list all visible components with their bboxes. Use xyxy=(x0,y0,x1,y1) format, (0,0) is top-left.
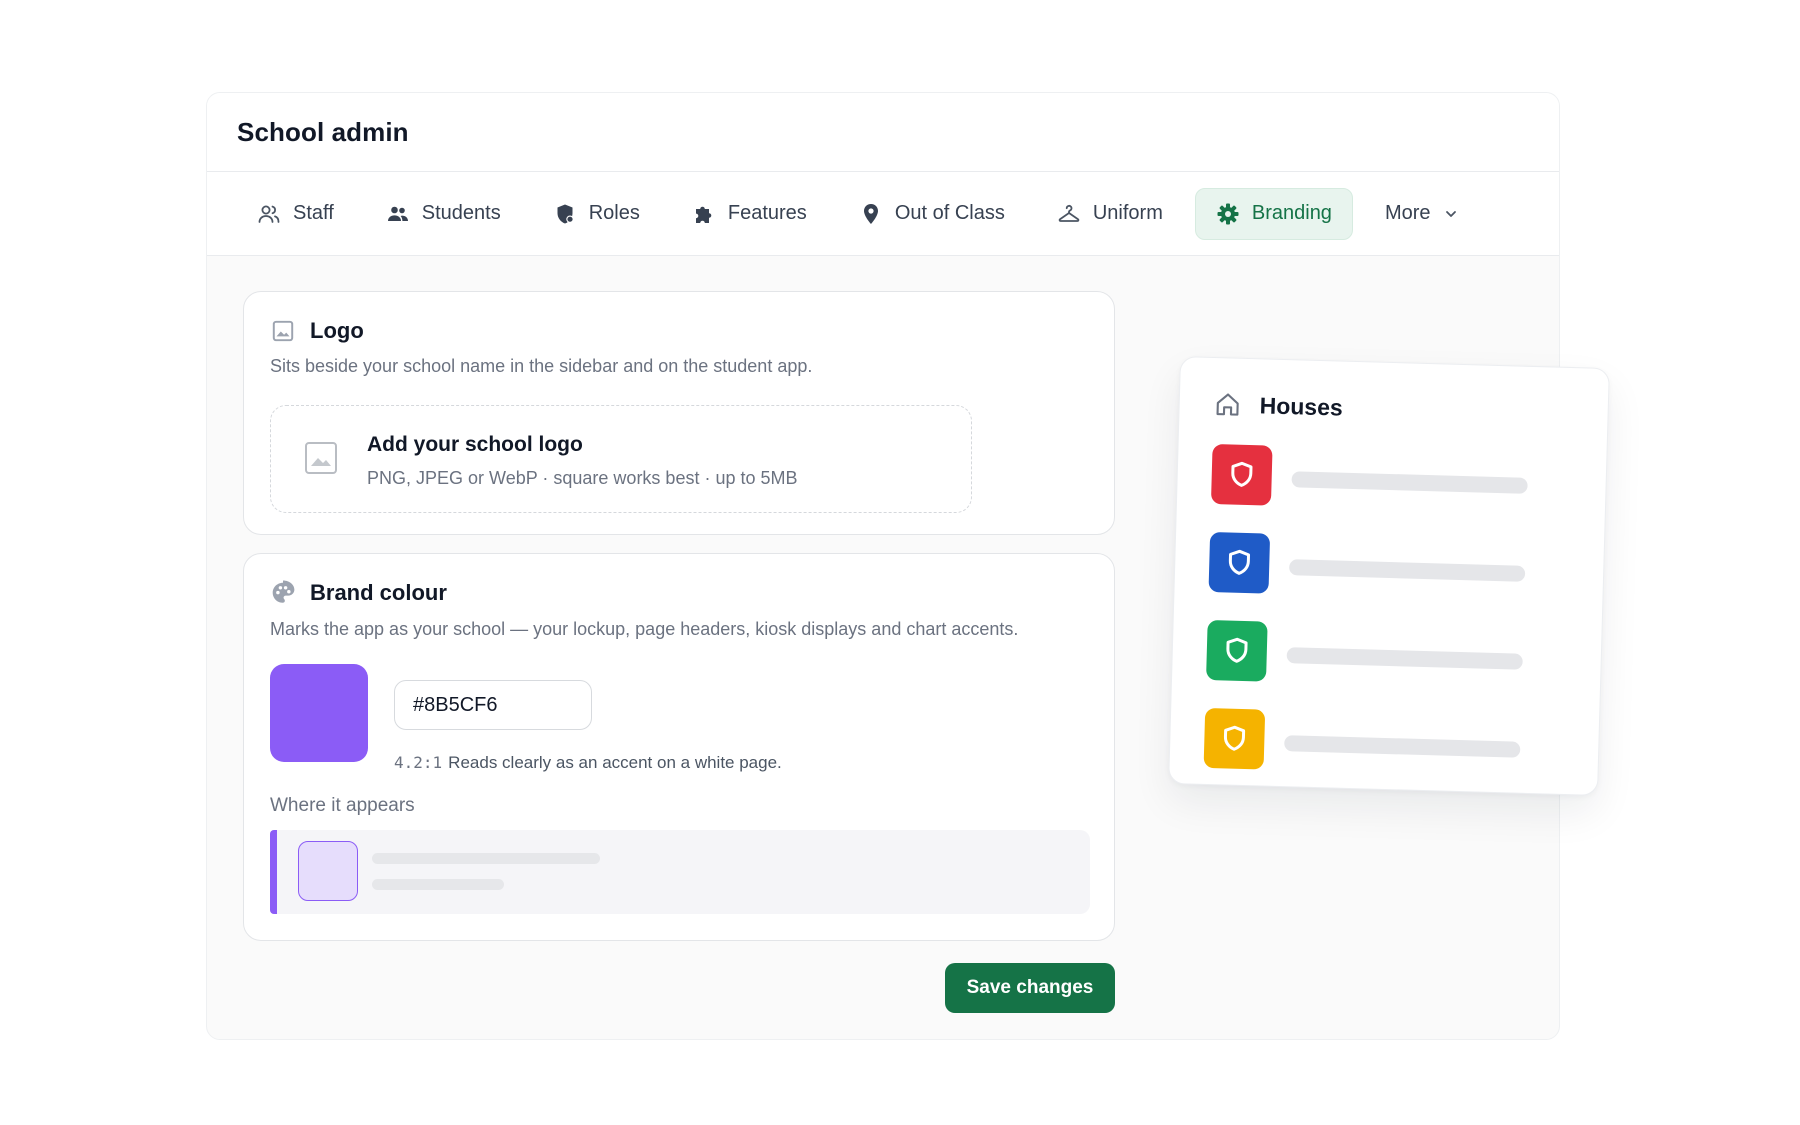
house-name-placeholder xyxy=(1286,647,1523,670)
dropzone-title: Add your school logo xyxy=(367,433,583,456)
tab-bar: Staff Students Roles Features Out of Cla… xyxy=(207,172,1559,256)
house-name-placeholder xyxy=(1288,559,1526,582)
brand-card-header: Brand colour xyxy=(270,580,447,606)
tab-label: Staff xyxy=(293,202,334,224)
house-row[interactable] xyxy=(1203,707,1566,778)
house-shield-icon xyxy=(1223,725,1246,751)
contrast-note: 4.2:1 Reads clearly as an accent on a whi… xyxy=(394,753,782,773)
hanger-icon xyxy=(1058,204,1080,222)
preview-placeholder-line xyxy=(372,853,600,864)
tab-label: Features xyxy=(727,202,807,224)
preview-accent-bar xyxy=(270,830,277,914)
accent-preview xyxy=(270,830,1090,914)
houses-title: Houses xyxy=(1259,391,1344,421)
contrast-text: Reads clearly as an accent on a white pa… xyxy=(448,753,782,772)
logo-card: Logo Sits beside your school name in the… xyxy=(243,291,1115,535)
image-placeholder-icon xyxy=(305,442,337,474)
brand-colour-card: Brand colour Marks the app as your schoo… xyxy=(243,553,1115,941)
tab-label: Out of Class xyxy=(894,202,1005,224)
preview-icon-tile xyxy=(298,841,358,901)
house-badge xyxy=(1203,707,1266,770)
puzzle-icon xyxy=(695,206,712,223)
dropzone-hint: PNG, JPEG or WebP · square works best · … xyxy=(367,468,798,488)
house-badge xyxy=(1208,531,1271,594)
tab-label: Students xyxy=(421,202,501,224)
tab-staff[interactable]: Staff xyxy=(237,188,354,240)
brand-card-title: Brand colour xyxy=(310,580,447,605)
window-header: School admin xyxy=(207,93,1559,172)
house-row[interactable] xyxy=(1208,531,1570,602)
location-pin-icon xyxy=(863,203,878,224)
save-changes-button[interactable]: Save changes xyxy=(945,963,1115,1013)
hex-colour-input[interactable] xyxy=(394,680,592,730)
house-shield-icon xyxy=(1226,637,1248,663)
tab-students[interactable]: Students xyxy=(366,188,521,240)
house-name-placeholder xyxy=(1284,735,1521,758)
shield-icon xyxy=(557,204,574,223)
gear-icon xyxy=(1217,203,1239,224)
house-shield-icon xyxy=(1228,549,1251,575)
house-row[interactable] xyxy=(1210,444,1573,514)
house-badge xyxy=(1206,619,1268,682)
tab-more[interactable]: More xyxy=(1365,188,1479,240)
tab-uniform[interactable]: Uniform xyxy=(1037,188,1183,240)
house-shield-icon xyxy=(1231,461,1253,487)
tab-features[interactable]: Features xyxy=(672,188,827,240)
logo-card-header: Logo xyxy=(270,318,364,344)
houses-card: Houses xyxy=(1168,356,1610,796)
tab-label: Uniform xyxy=(1092,202,1163,224)
chevron-down-icon xyxy=(1445,210,1456,217)
staff-icon xyxy=(258,205,280,223)
logo-upload-dropzone[interactable]: Add your school logo PNG, JPEG or WebP ·… xyxy=(270,405,972,513)
logo-card-description: Sits beside your school name in the side… xyxy=(270,356,813,376)
tab-label: Branding xyxy=(1251,202,1332,224)
tab-label: More xyxy=(1384,202,1431,224)
preview-placeholder-line xyxy=(372,879,504,890)
contrast-ratio: 4.2:1 xyxy=(394,753,443,772)
house-name-placeholder xyxy=(1291,471,1528,494)
houses-header: Houses xyxy=(1213,390,1343,422)
tab-out-of-class[interactable]: Out of Class xyxy=(839,188,1025,240)
where-it-appears-label: Where it appears xyxy=(270,795,415,816)
tab-roles[interactable]: Roles xyxy=(533,188,660,240)
palette-icon xyxy=(272,580,295,603)
image-icon xyxy=(272,320,294,342)
house-badge xyxy=(1210,444,1273,506)
home-icon xyxy=(1216,393,1239,416)
brand-card-description: Marks the app as your school — your lock… xyxy=(270,619,1019,639)
logo-card-title: Logo xyxy=(310,318,364,343)
students-icon xyxy=(387,206,408,221)
tab-branding[interactable]: Branding xyxy=(1194,187,1353,240)
colour-swatch[interactable] xyxy=(270,664,368,762)
page-title: School admin xyxy=(237,116,409,147)
house-row[interactable] xyxy=(1206,619,1568,690)
tab-label: Roles xyxy=(588,202,640,224)
